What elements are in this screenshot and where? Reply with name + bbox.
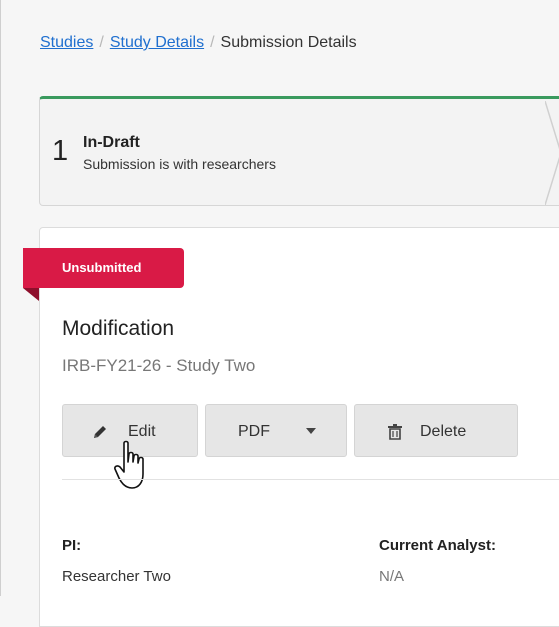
breadcrumb: Studies / Study Details / Submission Details — [40, 33, 357, 53]
status-badge-fold — [23, 288, 39, 301]
delete-button[interactable]: Delete — [354, 404, 518, 457]
status-badge: Unsubmitted — [23, 248, 184, 288]
current-analyst-label: Current Analyst: — [379, 537, 496, 554]
workflow-step-bar: 1 In-Draft Submission is with researcher… — [39, 96, 559, 206]
study-identifier: IRB-FY21-26 - Study Two — [62, 356, 256, 375]
breadcrumb-separator: / — [99, 34, 104, 51]
breadcrumb-study-details-link[interactable]: Study Details — [110, 34, 204, 51]
pencil-icon — [94, 426, 106, 438]
hand-pointer-icon — [114, 440, 144, 489]
trash-icon — [388, 424, 402, 440]
current-analyst-value: N/A — [379, 568, 405, 585]
pdf-dropdown-button[interactable]: PDF — [205, 404, 347, 457]
pi-value: Researcher Two — [62, 568, 171, 585]
delete-button-label: Delete — [420, 423, 467, 440]
breadcrumb-separator: / — [210, 34, 215, 51]
breadcrumb-studies-link[interactable]: Studies — [40, 34, 93, 51]
step-description: Submission is with researchers — [83, 156, 276, 172]
app-frame: Studies / Study Details / Submission Details… — [0, 0, 559, 627]
step-chevron-icon — [545, 101, 559, 205]
caret-down-icon — [306, 428, 316, 434]
submission-type-title: Modification — [62, 317, 175, 340]
step-number: 1 — [52, 135, 69, 167]
pdf-button-label: PDF — [238, 423, 270, 440]
section-divider — [62, 479, 559, 480]
pi-label: PI: — [62, 537, 82, 554]
step-title: In-Draft — [83, 134, 140, 151]
breadcrumb-current: Submission Details — [220, 34, 357, 51]
